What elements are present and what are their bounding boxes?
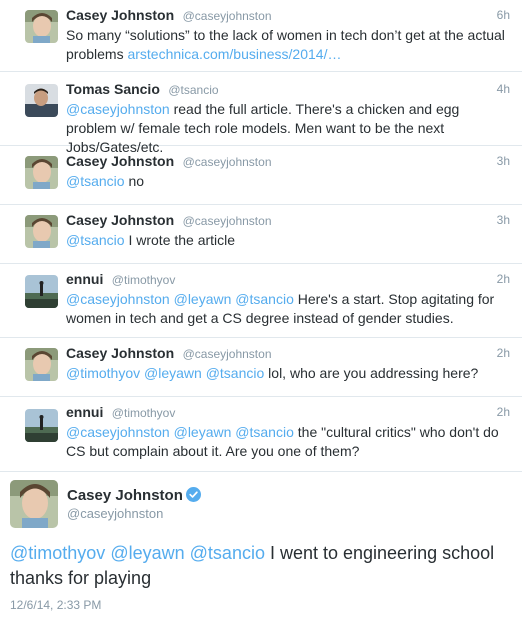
mention-link[interactable]: @leyawn [174,424,232,440]
tweet-text: @timothyov @leyawn @tsancio I went to en… [10,541,510,591]
avatar[interactable] [25,84,58,117]
tweet-timestamp[interactable]: 4h [497,79,510,99]
author-handle[interactable]: @caseyjohnston [183,9,272,23]
avatar[interactable] [25,348,58,381]
tweet-item[interactable]: Tomas Sancio @tsancio 4h @caseyjohnston … [0,72,522,155]
tweet-text: @caseyjohnston @leyawn @tsancio the "cul… [66,423,510,461]
mention-link[interactable]: @tsancio [66,232,125,248]
tweet-item[interactable]: ennui @timothyov 2h @caseyjohnston @leya… [0,264,522,338]
author-handle[interactable]: @caseyjohnston [183,214,272,228]
author-handle[interactable]: @caseyjohnston [67,506,163,521]
tweet-timestamp[interactable]: 3h [497,151,510,171]
author-handle[interactable]: @tsancio [168,83,218,97]
mention-link[interactable]: @leyawn [174,291,232,307]
avatar[interactable] [25,215,58,248]
mention-link[interactable]: @caseyjohnston [66,101,170,117]
mention-link[interactable]: @tsancio [235,424,294,440]
tweet-timestamp[interactable]: 3h [497,210,510,230]
author-name[interactable]: Casey Johnston [66,7,174,23]
author-handle[interactable]: @caseyjohnston [183,155,272,169]
tweet-item[interactable]: Casey Johnston @caseyjohnston 6h So many… [0,0,522,72]
tweet-item[interactable]: Casey Johnston @caseyjohnston 2h @timoth… [0,338,522,397]
author-name[interactable]: ennui [66,271,103,287]
tweet-text: @tsancio no [66,172,510,191]
author-handle[interactable]: @timothyov [112,406,176,420]
tweet-item[interactable]: Casey Johnston @caseyjohnston 3h @tsanci… [0,146,522,205]
main-tweet-header: Casey Johnston [67,487,201,505]
author-handle[interactable]: @caseyjohnston [183,347,272,361]
avatar[interactable] [25,275,58,308]
author-name[interactable]: ennui [66,404,103,420]
avatar[interactable] [25,409,58,442]
author-name[interactable]: Tomas Sancio [66,81,160,97]
mention-link[interactable]: @leyawn [110,543,184,563]
author-handle[interactable]: @timothyov [112,273,176,287]
tweet-text: So many “solutions” to the lack of women… [66,26,510,64]
avatar[interactable] [25,156,58,189]
tweet-timestamp[interactable]: 2h [497,269,510,289]
tweet-text: @timothyov @leyawn @tsancio lol, who are… [66,364,510,383]
mention-link[interactable]: @tsancio [206,365,265,381]
tweet-text: @tsancio I wrote the article [66,231,510,250]
mention-link[interactable]: @timothyov [10,543,105,563]
mention-link[interactable]: @tsancio [66,173,125,189]
tweet-text-content: no [124,173,145,189]
tweet-text: @caseyjohnston @leyawn @tsancio Here's a… [66,290,510,328]
avatar[interactable] [25,10,58,43]
author-name[interactable]: Casey Johnston [67,487,183,504]
tweet-item[interactable]: ennui @timothyov 2h @caseyjohnston @leya… [0,397,522,472]
mention-link[interactable]: @timothyov [66,365,140,381]
tweet-text-content: I wrote the article [124,232,236,248]
author-name[interactable]: Casey Johnston [66,345,174,361]
avatar[interactable] [10,480,58,528]
tweet-timestamp[interactable]: 2h [497,343,510,363]
author-name[interactable]: Casey Johnston [66,153,174,169]
tweet-item[interactable]: Casey Johnston @caseyjohnston 3h @tsanci… [0,205,522,264]
conversation-timeline: Casey Johnston @caseyjohnston 6h So many… [0,0,522,472]
tweet-link[interactable]: arstechnica.com/business/2014/… [127,46,341,62]
tweet-timestamp[interactable]: 2h [497,402,510,422]
tweet-date[interactable]: 12/6/14, 2:33 PM [10,598,101,612]
mention-link[interactable]: @caseyjohnston [66,291,170,307]
author-name[interactable]: Casey Johnston [66,212,174,228]
mention-link[interactable]: @tsancio [190,543,265,563]
mention-link[interactable]: @tsancio [235,291,294,307]
verified-badge-icon [185,487,201,507]
mention-link[interactable]: @leyawn [144,365,202,381]
tweet-timestamp[interactable]: 6h [497,5,510,25]
mention-link[interactable]: @caseyjohnston [66,424,170,440]
tweet-text-content: lol, who are you addressing here? [264,365,479,381]
